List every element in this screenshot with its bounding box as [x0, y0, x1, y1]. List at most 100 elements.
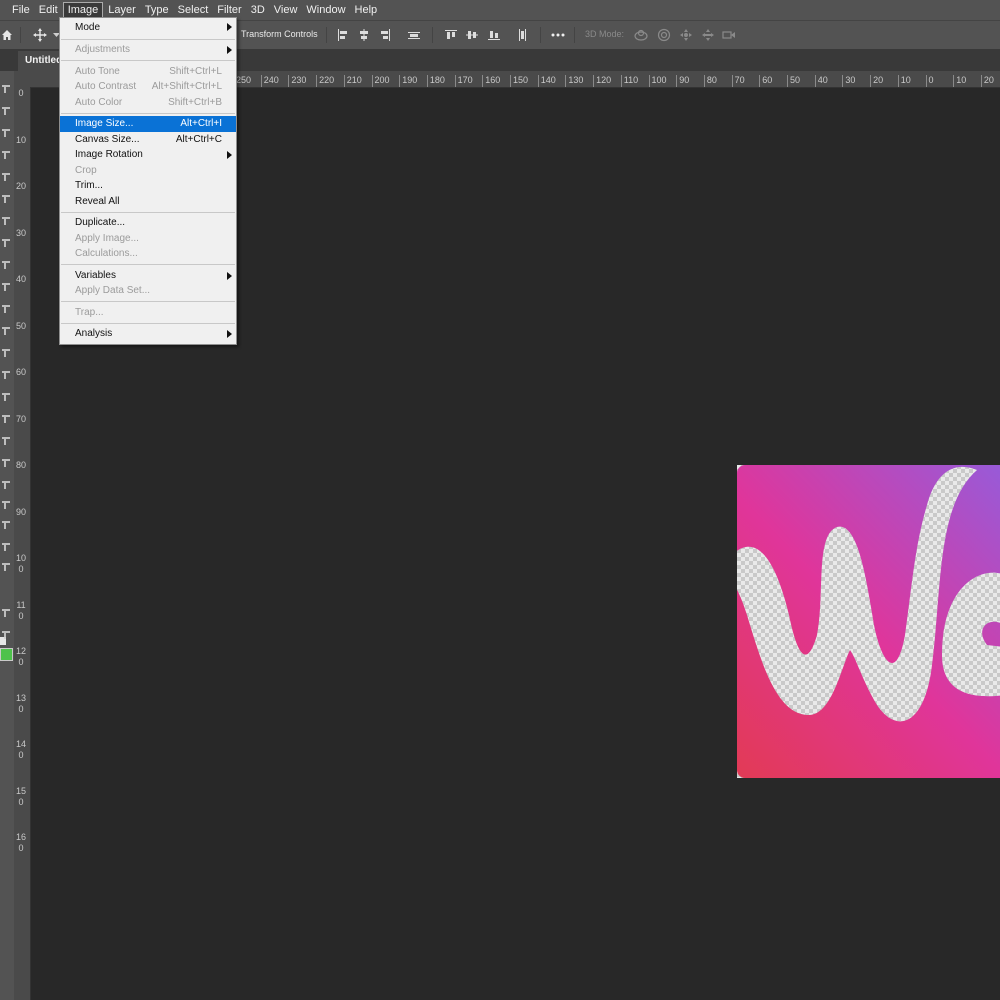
- align-middle-icon[interactable]: [465, 26, 479, 44]
- menu-layer[interactable]: Layer: [104, 2, 140, 18]
- menu-item-apply-image[interactable]: Apply Image...: [60, 231, 236, 247]
- slide-3d-icon[interactable]: [700, 26, 716, 44]
- ruler-tick-label: 30: [16, 227, 27, 238]
- roll-3d-icon[interactable]: [656, 26, 672, 44]
- home-icon[interactable]: [0, 26, 14, 44]
- foreground-color-swatch[interactable]: [0, 648, 13, 661]
- menu-help[interactable]: Help: [351, 2, 382, 18]
- distribute-icon[interactable]: [407, 26, 421, 44]
- clone-stamp-tool-icon[interactable]: [0, 281, 12, 293]
- quick-mask-icon[interactable]: [0, 607, 12, 619]
- document-image[interactable]: [737, 465, 1000, 778]
- menu-item-image-size[interactable]: Image Size... Alt+Ctrl+I: [60, 116, 236, 132]
- menu-item-shortcut: Alt+Ctrl+C: [175, 133, 222, 145]
- menu-image[interactable]: Image: [62, 2, 104, 18]
- ruler-tick-label: 120: [16, 646, 27, 667]
- move-tool-icon[interactable]: [0, 83, 12, 95]
- menu-filter[interactable]: Filter: [213, 2, 245, 18]
- orbit-3d-icon[interactable]: [633, 26, 649, 44]
- menu-3d[interactable]: 3D: [247, 2, 269, 18]
- align-center-icon[interactable]: [357, 26, 371, 44]
- logo-artwork: [737, 465, 1000, 778]
- menu-item-trim[interactable]: Trim...: [60, 178, 236, 194]
- menu-item-auto-tone[interactable]: Auto Tone Shift+Ctrl+L: [60, 64, 236, 80]
- marquee-tool-icon[interactable]: [0, 105, 12, 117]
- align-right-icon[interactable]: [378, 26, 392, 44]
- ruler-tick-label: 80: [16, 460, 27, 470]
- menu-item-auto-color[interactable]: Auto Color Shift+Ctrl+B: [60, 95, 236, 111]
- 3d-mode-label: 3D Mode:: [585, 29, 625, 39]
- rectangle-tool-icon[interactable]: [0, 479, 12, 491]
- menu-edit[interactable]: Edit: [35, 2, 62, 18]
- menu-item-duplicate[interactable]: Duplicate...: [60, 215, 236, 231]
- pen-tool-icon[interactable]: [0, 413, 12, 425]
- move-tool-icon[interactable]: [32, 26, 48, 44]
- dodge-tool-icon[interactable]: [0, 391, 12, 403]
- tools-panel: [0, 71, 15, 1000]
- menu-file[interactable]: File: [8, 2, 34, 18]
- pan-3d-icon[interactable]: [678, 26, 694, 44]
- blur-tool-icon[interactable]: [0, 369, 12, 381]
- type-tool-icon[interactable]: [0, 435, 12, 447]
- more-tools-icon[interactable]: [0, 541, 12, 553]
- zoom-tool-icon[interactable]: [0, 519, 12, 531]
- ruler-tick-label: 110: [16, 599, 26, 621]
- crop-tool-icon[interactable]: [0, 171, 12, 183]
- menu-item-image-rotation[interactable]: Image Rotation: [60, 147, 236, 163]
- ruler-tick-label: 80: [703, 75, 734, 87]
- ruler-tick-label: 140: [537, 75, 568, 87]
- gradient-tool-icon[interactable]: [0, 347, 12, 359]
- menu-select[interactable]: Select: [174, 2, 213, 18]
- ruler-tick-label: 10: [897, 75, 928, 87]
- ruler-tick-label: 100: [16, 553, 27, 574]
- menu-item-mode[interactable]: Mode: [60, 19, 236, 36]
- hand-tool-icon[interactable]: [0, 499, 12, 511]
- menu-item-shortcut: Alt+Ctrl+I: [180, 118, 222, 129]
- menu-item-canvas-size[interactable]: Canvas Size... Alt+Ctrl+C: [60, 132, 236, 148]
- quick-selection-tool-icon[interactable]: [0, 149, 12, 161]
- menu-item-apply-data-set[interactable]: Apply Data Set...: [60, 283, 236, 299]
- eyedropper-tool-icon[interactable]: [0, 215, 12, 227]
- menu-view[interactable]: View: [270, 2, 302, 18]
- menu-divider: [61, 38, 235, 40]
- transform-controls-label[interactable]: Transform Controls: [241, 29, 318, 39]
- ruler-tick-label: 140: [16, 739, 27, 760]
- menu-divider: [61, 60, 235, 61]
- align-left-icon[interactable]: [336, 26, 350, 44]
- more-options-icon[interactable]: [550, 26, 566, 44]
- vertical-ruler: 0 10 20 30 40 50 60 70 80 90 100 110 120 130 140 150 160: [14, 87, 31, 1000]
- menu-divider: [61, 264, 235, 265]
- path-selection-tool-icon[interactable]: [0, 457, 12, 469]
- menu-item-trap[interactable]: Trap...: [60, 305, 236, 321]
- menu-item-adjustments[interactable]: Adjustments: [60, 42, 236, 58]
- ruler-tick-label: 50: [787, 75, 817, 87]
- align-top-icon[interactable]: [444, 26, 458, 44]
- menu-item-auto-contrast[interactable]: Auto Contrast Alt+Shift+Ctrl+L: [60, 79, 236, 95]
- screen-mode-icon[interactable]: [0, 629, 12, 641]
- camera-3d-icon[interactable]: [721, 26, 737, 44]
- menu-item-crop[interactable]: Crop: [60, 163, 236, 179]
- menu-item-reveal-all[interactable]: Reveal All: [60, 194, 236, 210]
- frame-tool-icon[interactable]: [0, 193, 12, 205]
- lasso-tool-icon[interactable]: [0, 127, 12, 139]
- menu-item-calculations[interactable]: Calculations...: [60, 246, 236, 262]
- swap-colors-icon[interactable]: [0, 561, 12, 573]
- history-brush-tool-icon[interactable]: [0, 303, 12, 315]
- ruler-tick-label: 10: [16, 134, 27, 145]
- ruler-tick-label: 160: [16, 832, 27, 853]
- menu-item-label: Duplicate...: [75, 217, 126, 228]
- menu-window[interactable]: Window: [302, 2, 349, 18]
- ruler-tick-label: 190: [399, 75, 429, 87]
- menu-divider: [61, 301, 235, 302]
- ruler-tick-label: 180: [426, 75, 457, 87]
- distribute-vertical-icon[interactable]: [515, 26, 529, 44]
- ruler-tick-label: 90: [16, 506, 27, 517]
- brush-tool-icon[interactable]: [0, 259, 12, 271]
- menu-item-analysis[interactable]: Analysis: [60, 326, 236, 342]
- menu-item-variables[interactable]: Variables: [60, 268, 236, 284]
- menu-item-label: Image Rotation: [75, 149, 143, 160]
- align-bottom-icon[interactable]: [487, 26, 501, 44]
- menu-type[interactable]: Type: [141, 2, 173, 18]
- healing-brush-tool-icon[interactable]: [0, 237, 12, 249]
- eraser-tool-icon[interactable]: [0, 325, 12, 337]
